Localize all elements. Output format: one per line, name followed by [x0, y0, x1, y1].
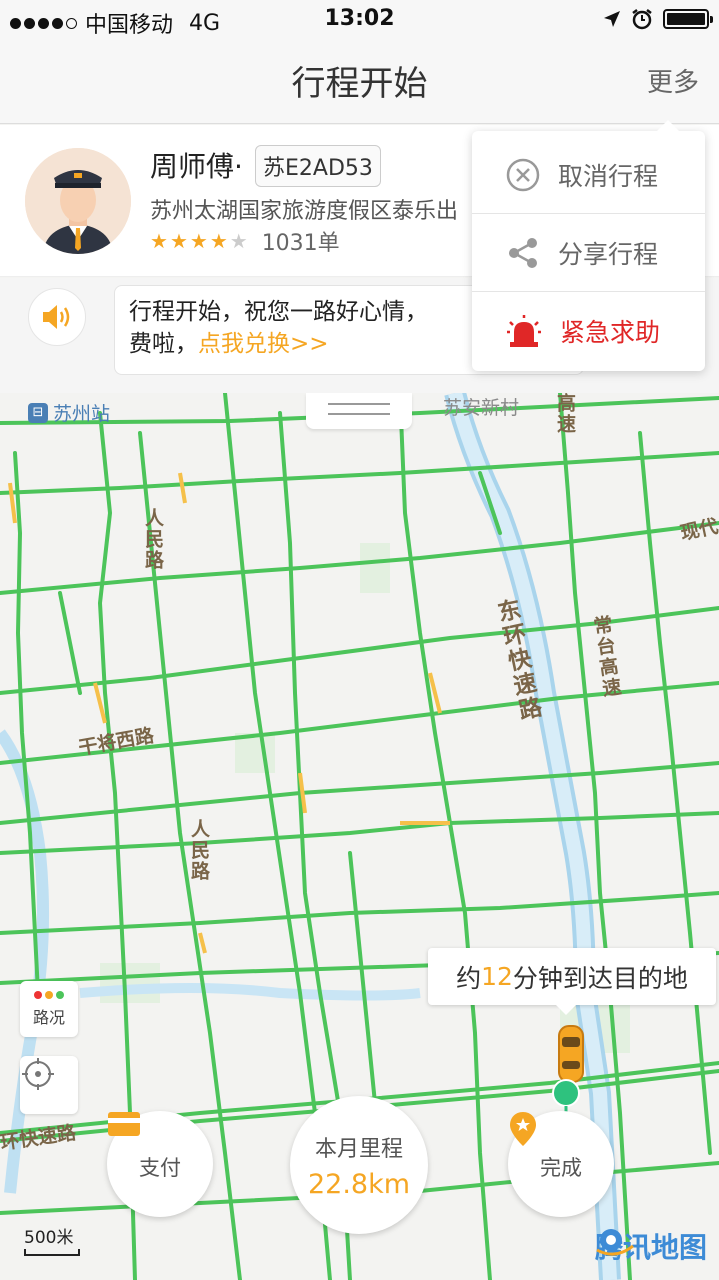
speaker-button[interactable]	[28, 288, 86, 346]
map-view[interactable]: ⊟ 苏州站 苏安新村 高速 人民路 干将西路 人民路 东环快速路 常台高速 现代…	[0, 393, 719, 1280]
emergency-help-item[interactable]: 紧急求助	[472, 292, 705, 370]
eta-callout: 约 12 分钟到达目的地	[428, 948, 716, 1015]
map-label-gaosu: 高速	[554, 393, 576, 435]
star-icon: ★	[150, 229, 168, 253]
more-button[interactable]: 更多	[647, 62, 699, 99]
emergency-help-label: 紧急求助	[560, 318, 661, 347]
nav-bar: 行程开始 更多	[0, 40, 719, 124]
cancel-trip-label: 取消行程	[558, 161, 659, 191]
star-icon: ★	[189, 229, 208, 253]
traffic-label: 路况	[32, 1007, 65, 1027]
map-label-suan: 苏安新村	[443, 397, 520, 419]
alarm-light-icon	[507, 315, 541, 347]
battery-icon	[663, 9, 713, 29]
locate-button[interactable]	[20, 1056, 78, 1114]
finish-button[interactable]: 完成	[508, 1111, 614, 1217]
more-dropdown-menu: 取消行程 分享行程 紧急求助	[472, 120, 705, 371]
traffic-light-icon	[34, 990, 64, 999]
eta-minutes: 12	[481, 962, 513, 991]
pay-label: 支付	[139, 1156, 181, 1180]
driver-name: 周师傅·	[150, 150, 243, 183]
driver-rating: ★ ★ ★ ★ ★ 1031单	[150, 225, 340, 257]
finish-label: 完成	[540, 1156, 582, 1180]
driver-company: 苏州太湖国家旅游度假区泰乐出	[150, 199, 459, 224]
order-count: 1031单	[261, 231, 340, 256]
eta-suffix: 分钟到达目的地	[512, 963, 688, 993]
car-icon	[558, 1025, 584, 1083]
star-icon: ★	[169, 229, 188, 253]
train-icon: ⊟	[28, 402, 48, 423]
star-icon: ★	[209, 229, 228, 253]
location-star-icon	[510, 1112, 536, 1146]
status-bar: 中国移动 4G 13:02	[0, 0, 719, 40]
station-label: 苏州站	[53, 403, 111, 425]
share-trip-item[interactable]: 分享行程	[472, 214, 705, 292]
mileage-label: 本月里程	[314, 1136, 403, 1162]
traffic-button[interactable]: 路况	[20, 981, 78, 1037]
driver-avatar	[25, 148, 131, 254]
share-icon	[509, 237, 537, 268]
star-empty-icon: ★	[229, 229, 248, 253]
monthly-mileage: 本月里程 22.8km	[290, 1096, 428, 1234]
page-title: 行程开始	[291, 64, 428, 104]
tencent-map-icon	[596, 1229, 634, 1256]
cancel-trip-item[interactable]: 取消行程	[472, 136, 705, 214]
crosshair-icon	[22, 1058, 54, 1090]
cancel-circle-icon	[506, 158, 540, 191]
card-icon	[108, 1112, 140, 1136]
alarm-icon	[632, 9, 652, 30]
map-drag-handle[interactable]	[306, 393, 412, 429]
mileage-value: 22.8km	[307, 1168, 411, 1200]
speaker-icon	[43, 305, 70, 329]
license-plate: 苏E2AD53	[255, 145, 381, 187]
share-trip-label: 分享行程	[558, 239, 659, 269]
map-label-renmin-1: 人民路	[142, 508, 164, 571]
map-logo: 腾讯地图	[595, 1226, 707, 1266]
pay-button[interactable]: 支付	[107, 1111, 213, 1217]
map-label-renmin-2: 人民路	[188, 819, 210, 882]
location-arrow-icon	[604, 11, 620, 27]
eta-prefix: 约	[456, 963, 482, 993]
message-text-line2: 费啦，	[129, 331, 198, 357]
redeem-link[interactable]: 点我兑换>>	[198, 331, 329, 357]
scale-label: 500米	[24, 1228, 74, 1248]
map-scale: 500米	[24, 1223, 80, 1256]
station-marker[interactable]: ⊟ 苏州站	[28, 399, 110, 426]
